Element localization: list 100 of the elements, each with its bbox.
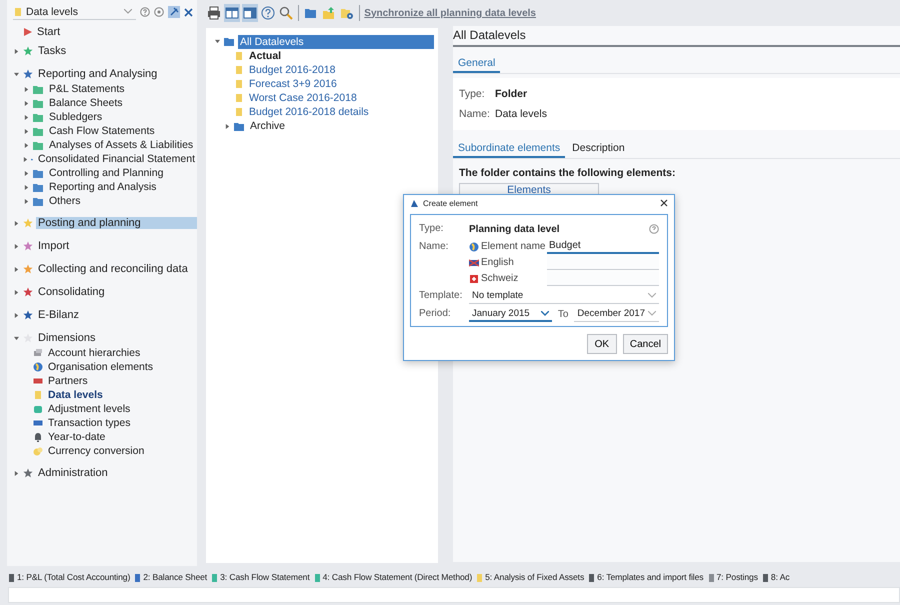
tree-item[interactable]: All Datalevels bbox=[238, 34, 434, 48]
name-input[interactable] bbox=[547, 271, 659, 286]
command-field[interactable] bbox=[8, 587, 900, 603]
collapsed-caret-icon[interactable] bbox=[14, 470, 19, 476]
taskbar-item[interactable]: 4: Cash Flow Statement (Direct Method) bbox=[314, 572, 472, 582]
nav-item[interactable]: Reporting and Analysis bbox=[47, 181, 158, 193]
collapsed-caret-icon[interactable] bbox=[14, 244, 19, 248]
nav-item[interactable]: Organisation elements bbox=[46, 361, 156, 373]
taskbar-item[interactable]: 2: Balance Sheet bbox=[134, 572, 208, 582]
nav-item[interactable]: Partners bbox=[46, 375, 90, 387]
expanded-caret-icon[interactable] bbox=[14, 336, 19, 340]
close-icon[interactable] bbox=[660, 199, 668, 207]
print-icon[interactable] bbox=[206, 4, 222, 22]
nav-item[interactable]: Account hierarchies bbox=[46, 347, 142, 359]
dialog-title: Create element bbox=[423, 198, 479, 208]
close-icon[interactable] bbox=[184, 8, 193, 16]
nav-item[interactable]: Import bbox=[36, 240, 72, 252]
nav-item[interactable]: Balance Sheets bbox=[47, 97, 125, 109]
nav-item[interactable]: Posting and planning bbox=[36, 217, 197, 229]
field-label: Template: bbox=[419, 289, 464, 301]
tree-item[interactable]: Forecast 3+9 2016 bbox=[247, 77, 339, 91]
collapsed-caret-icon[interactable] bbox=[24, 100, 29, 106]
sheet-icon bbox=[13, 6, 23, 16]
collapsed-caret-icon[interactable] bbox=[14, 290, 19, 294]
eye-icon[interactable] bbox=[154, 7, 164, 17]
folder-icon bbox=[234, 122, 245, 130]
globe-icon bbox=[469, 242, 479, 252]
collapsed-caret-icon[interactable] bbox=[14, 220, 19, 226]
tree-item[interactable]: Archive bbox=[248, 119, 288, 133]
collapsed-caret-icon[interactable] bbox=[24, 184, 29, 190]
name-input[interactable]: Budget bbox=[547, 239, 659, 254]
synchronize-link[interactable]: Synchronize all planning data levels bbox=[364, 8, 536, 18]
help-icon[interactable] bbox=[140, 7, 150, 17]
taskbar-item[interactable]: 1: P&L (Total Cost Accounting) bbox=[8, 572, 130, 582]
nav-item[interactable]: Consolidated Financial Statement bbox=[36, 153, 197, 165]
layout-icon[interactable] bbox=[224, 4, 240, 22]
tree-item[interactable]: Actual bbox=[247, 49, 284, 63]
tree-item[interactable]: Budget 2016-2018 bbox=[247, 63, 338, 77]
nav-item[interactable]: Tasks bbox=[36, 45, 68, 57]
dropdown-caret-icon bbox=[124, 9, 132, 14]
nav-item[interactable]: Consolidating bbox=[36, 286, 107, 298]
tab[interactable]: Subordinate elements bbox=[453, 140, 566, 158]
tree-item[interactable]: Budget 2016-2018 details bbox=[247, 105, 371, 119]
nav-item[interactable]: Currency conversion bbox=[46, 445, 146, 457]
collapsed-caret-icon[interactable] bbox=[14, 266, 19, 272]
nav-item[interactable]: Data levels bbox=[46, 389, 105, 401]
type-value: Planning data level bbox=[469, 224, 560, 234]
collapsed-caret-icon[interactable] bbox=[14, 312, 19, 318]
pin-icon[interactable] bbox=[168, 6, 180, 18]
nav-item[interactable]: Start bbox=[35, 26, 62, 38]
taskbar-item[interactable]: 7: Postings bbox=[708, 572, 758, 582]
nav-item[interactable]: Adjustment levels bbox=[46, 403, 132, 415]
help-icon[interactable] bbox=[649, 224, 659, 234]
collapsed-caret-icon[interactable] bbox=[24, 128, 29, 134]
nav-item[interactable]: Collecting and reconciling data bbox=[36, 263, 190, 275]
field-label: Type: bbox=[459, 88, 486, 100]
tree-item[interactable]: Worst Case 2016-2018 bbox=[247, 91, 359, 105]
collapsed-caret-icon[interactable] bbox=[24, 114, 29, 120]
nav-item[interactable]: Subledgers bbox=[47, 111, 104, 123]
collapsed-caret-icon[interactable] bbox=[24, 170, 29, 176]
nav-item[interactable]: E-Bilanz bbox=[36, 309, 81, 321]
nav-item[interactable]: Controlling and Planning bbox=[47, 167, 166, 179]
expanded-caret-icon[interactable] bbox=[215, 39, 220, 44]
period-from-dropdown[interactable]: January 2015 bbox=[469, 306, 552, 322]
taskbar-item[interactable]: 6: Templates and import files bbox=[588, 572, 704, 582]
field-label: Type: bbox=[419, 222, 444, 234]
language-label: English bbox=[481, 257, 514, 268]
layout-icon[interactable] bbox=[242, 4, 258, 22]
dropdown-caret-icon bbox=[540, 310, 549, 316]
app-logo-icon bbox=[410, 198, 419, 208]
taskbar-item[interactable]: 5: Analysis of Fixed Assets bbox=[476, 572, 584, 582]
collapsed-caret-icon[interactable] bbox=[24, 86, 29, 92]
nav-item[interactable]: Reporting and Analysing bbox=[36, 68, 160, 80]
nav-item[interactable]: Cash Flow Statements bbox=[47, 125, 157, 137]
template-dropdown[interactable]: No template bbox=[469, 288, 659, 304]
name-input[interactable] bbox=[547, 255, 659, 270]
collapsed-caret-icon[interactable] bbox=[14, 48, 19, 54]
nav-item[interactable]: Transaction types bbox=[46, 417, 132, 429]
folder-icon bbox=[224, 37, 235, 46]
nav-item[interactable]: Year-to-date bbox=[46, 431, 108, 443]
nav-item[interactable]: Dimensions bbox=[36, 332, 98, 344]
nav-item[interactable]: Administration bbox=[36, 467, 110, 479]
view-selector[interactable]: Data levels bbox=[13, 4, 136, 20]
taskbar-item[interactable]: 3: Cash Flow Statement bbox=[211, 572, 310, 582]
nav-item[interactable]: Analyses of Assets & Liabilities bbox=[47, 139, 196, 151]
period-to-dropdown[interactable]: December 2017 bbox=[574, 306, 659, 322]
nav-item[interactable]: Others bbox=[47, 195, 83, 207]
nav-item[interactable]: P&L Statements bbox=[47, 83, 126, 95]
collapsed-caret-icon[interactable] bbox=[24, 142, 29, 148]
collapsed-caret-icon[interactable] bbox=[225, 124, 230, 128]
dialog-button[interactable]: OK bbox=[586, 334, 617, 354]
search-icon[interactable] bbox=[278, 4, 294, 22]
taskbar-item[interactable]: 8: Ac bbox=[762, 572, 790, 582]
collapsed-caret-icon[interactable] bbox=[24, 198, 29, 204]
collapsed-caret-icon[interactable] bbox=[23, 156, 28, 162]
tab[interactable]: General bbox=[453, 55, 500, 73]
expanded-caret-icon[interactable] bbox=[14, 72, 19, 76]
help-icon[interactable] bbox=[260, 4, 276, 22]
dialog-button[interactable]: Cancel bbox=[622, 334, 668, 354]
tab[interactable]: Description bbox=[567, 140, 630, 158]
